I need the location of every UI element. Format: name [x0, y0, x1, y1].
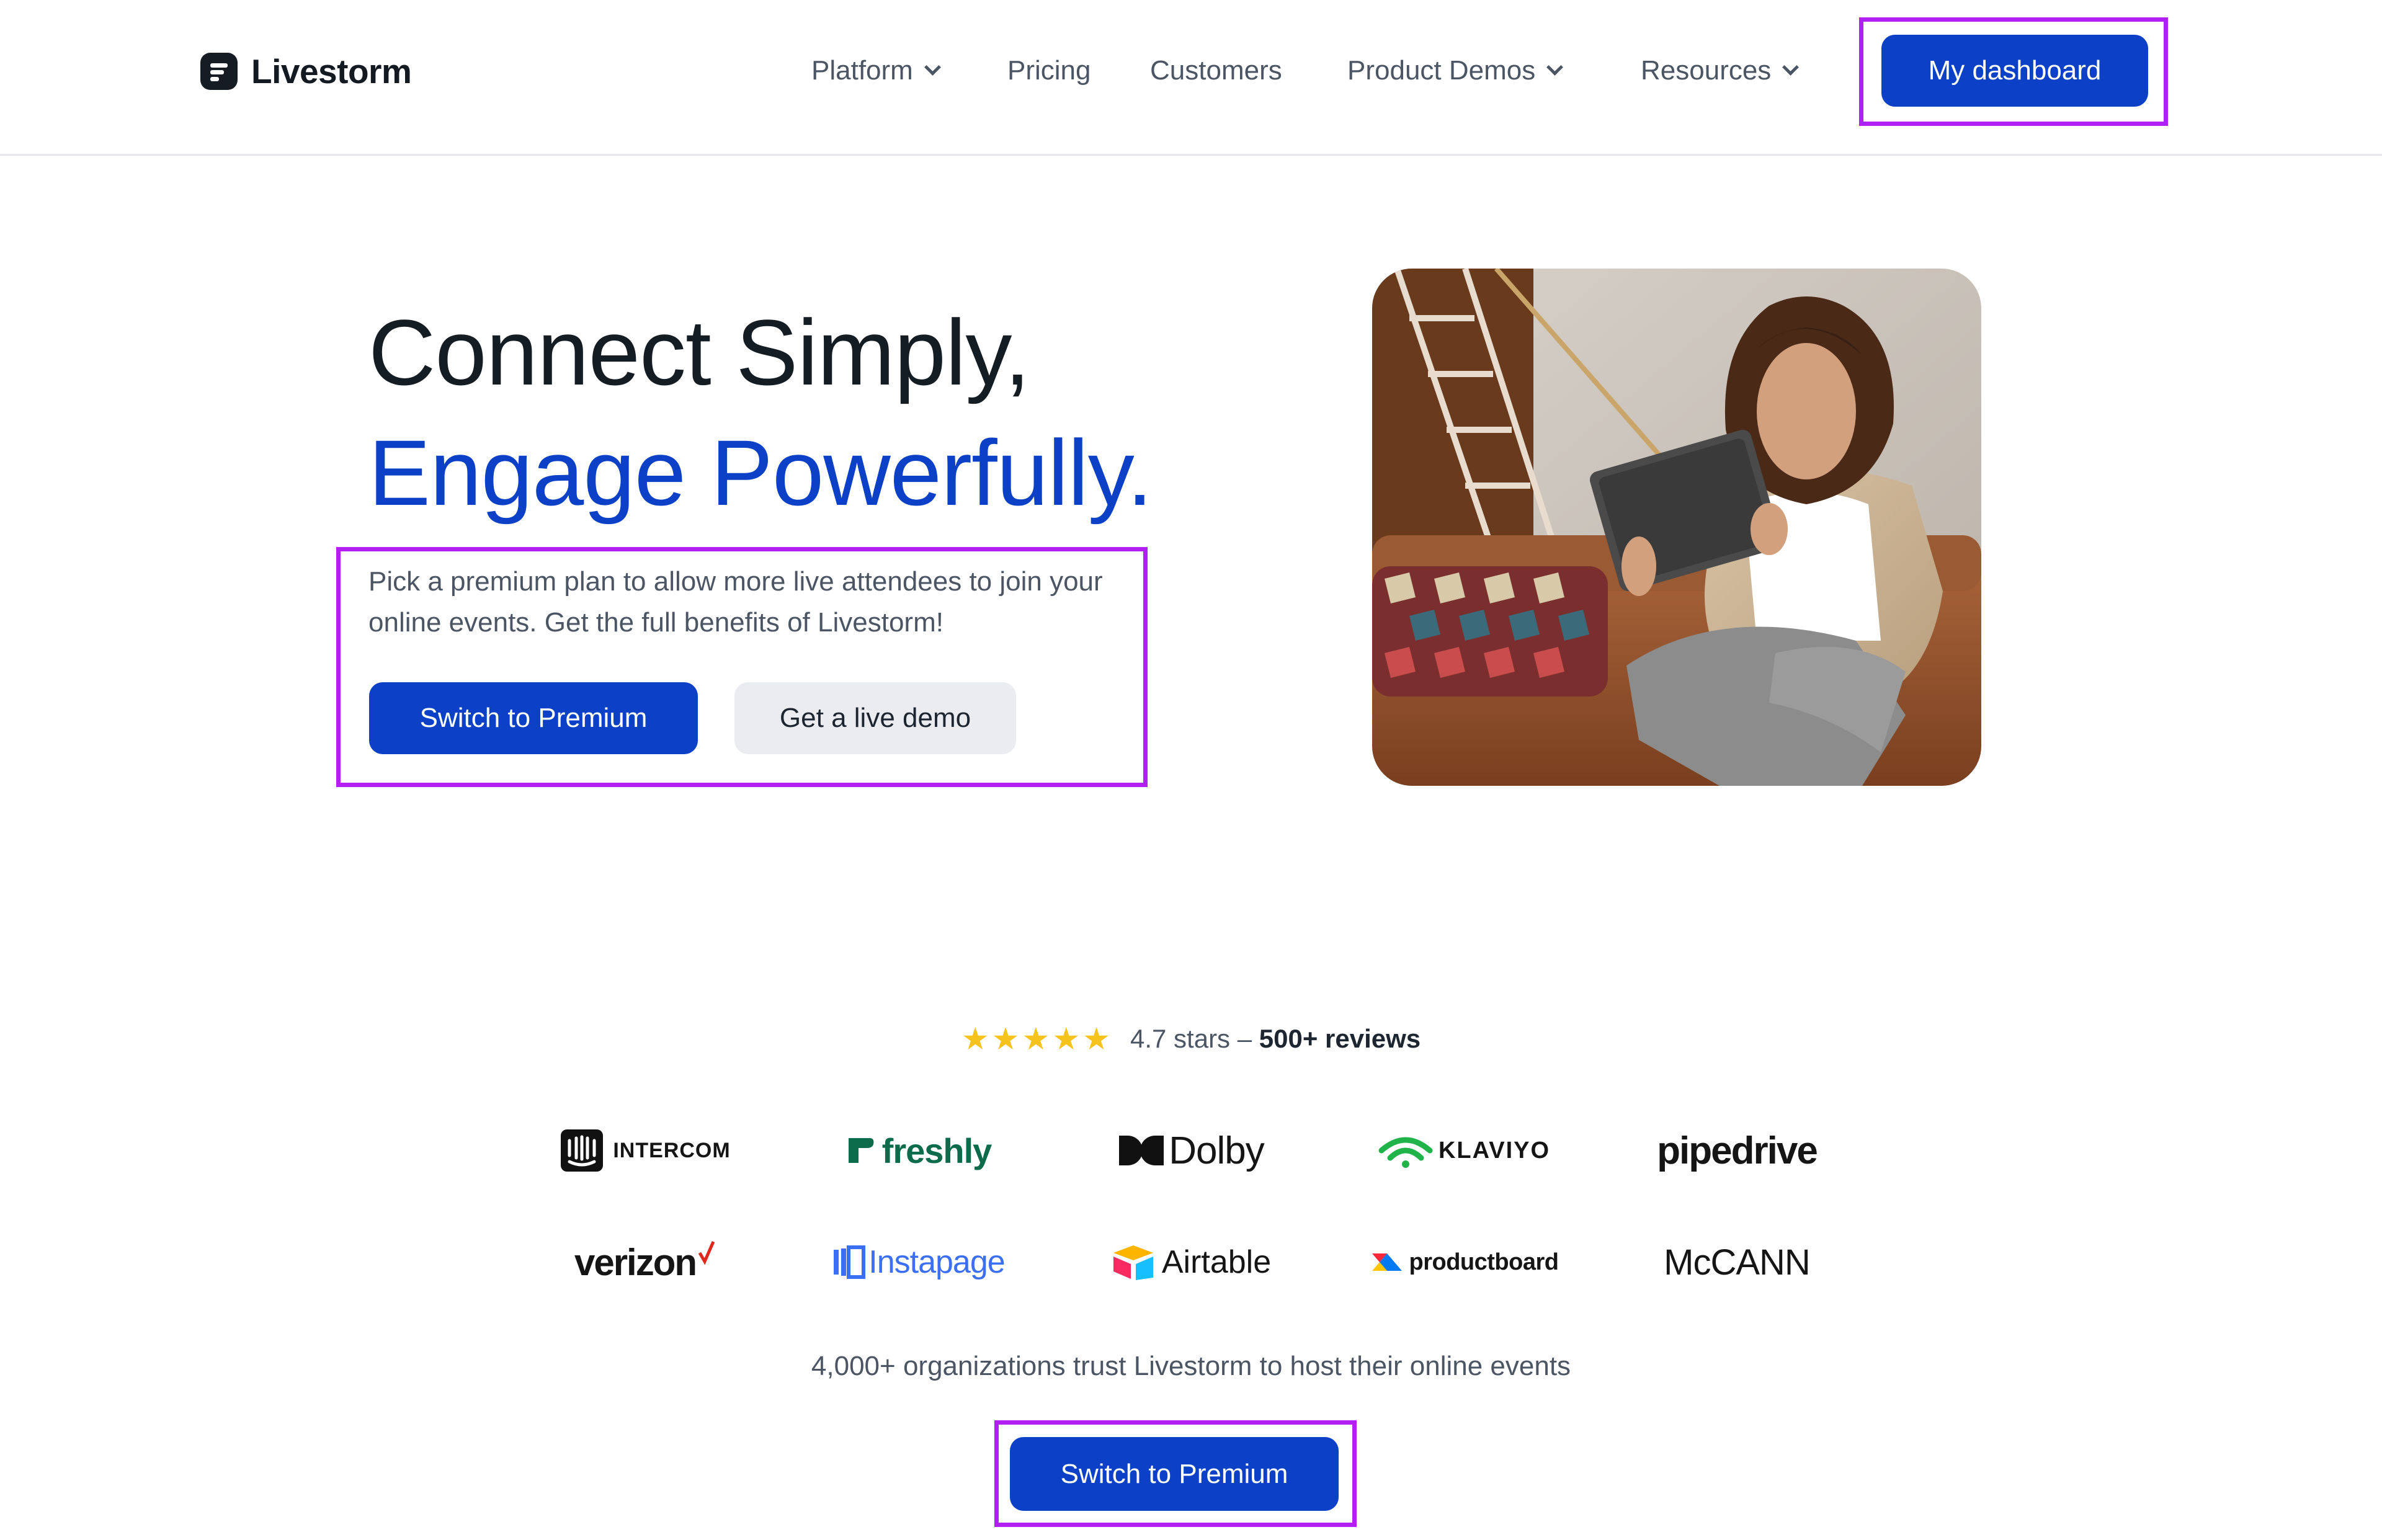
nav-platform[interactable]: Platform — [811, 52, 941, 89]
rating-reviews: 500+ reviews — [1259, 1024, 1421, 1053]
dolby-logo: Dolby — [1092, 1129, 1290, 1173]
rating-score: 4.7 stars – — [1130, 1024, 1252, 1053]
hero-title-line1: Connect Simply, — [368, 300, 1030, 404]
intercom-logo: INTERCOM — [546, 1128, 744, 1173]
verizon-logo: verizon — [546, 1240, 744, 1284]
get-live-demo-label: Get a live demo — [779, 703, 971, 733]
rating-stars: ★ ★ ★ ★ ★ — [961, 1023, 1113, 1054]
switch-to-premium-button[interactable]: Switch to Premium — [369, 682, 698, 754]
chevron-down-icon — [924, 58, 941, 76]
livestorm-logo-icon — [200, 53, 238, 90]
hero-photo — [1372, 269, 1981, 786]
freshly-icon — [848, 1138, 874, 1163]
get-live-demo-button[interactable]: Get a live demo — [734, 682, 1016, 754]
nav-product-demos[interactable]: Product Demos — [1347, 52, 1564, 89]
intercom-icon — [561, 1129, 604, 1172]
klaviyo-logo: KLAVIYO — [1365, 1132, 1563, 1169]
mccann-logo: McCANN — [1664, 1242, 1811, 1283]
star-icon: ★ — [961, 1021, 989, 1056]
instapage-logo: Instapage — [819, 1244, 1017, 1281]
freshly-logo: freshly — [819, 1131, 1017, 1171]
productboard-icon — [1372, 1253, 1402, 1271]
star-icon: ★ — [991, 1021, 1020, 1056]
my-dashboard-label: My dashboard — [1928, 55, 2102, 86]
chevron-down-icon — [1782, 58, 1800, 76]
hero-description: Pick a premium plan to allow more live a… — [368, 566, 1103, 638]
livestorm-logo[interactable]: Livestorm — [200, 51, 412, 92]
rating-row: ★ ★ ★ ★ ★ 4.7 stars – 500+ reviews — [0, 1023, 2382, 1054]
verizon-check-icon — [698, 1240, 715, 1265]
nav-pricing-label: Pricing — [1007, 55, 1091, 86]
nav-platform-label: Platform — [811, 55, 913, 86]
bottom-switch-to-premium-button[interactable]: Switch to Premium — [1010, 1437, 1339, 1511]
airtable-icon — [1113, 1245, 1153, 1280]
nav-customers-label: Customers — [1150, 55, 1282, 86]
nav-resources[interactable]: Resources — [1641, 52, 1800, 89]
airtable-logo: Airtable — [1092, 1243, 1290, 1281]
my-dashboard-button[interactable]: My dashboard — [1881, 35, 2148, 107]
pipedrive-logo: pipedrive — [1657, 1129, 1818, 1172]
logo-text: Livestorm — [251, 52, 412, 91]
nav-resources-label: Resources — [1641, 55, 1772, 86]
customer-logos-row2: verizon Instapage Airtable productboard … — [546, 1237, 1836, 1287]
nav-pricing[interactable]: Pricing — [1007, 52, 1091, 89]
bottom-switch-to-premium-label: Switch to Premium — [1060, 1458, 1288, 1489]
switch-to-premium-label: Switch to Premium — [419, 703, 648, 733]
instapage-icon — [834, 1245, 866, 1279]
productboard-logo: productboard — [1365, 1249, 1563, 1276]
customer-logos-row1: INTERCOM freshly Dolby KLAVIYO pipedrive — [546, 1126, 1836, 1175]
chevron-down-icon — [1546, 58, 1564, 76]
hero-title-line2: Engage Powerfully. — [368, 421, 1153, 525]
star-icon: ★ — [1052, 1021, 1081, 1056]
star-icon: ★ — [1082, 1021, 1110, 1056]
star-icon: ★ — [1022, 1021, 1050, 1056]
dolby-icon — [1119, 1136, 1164, 1165]
nav-customers[interactable]: Customers — [1150, 52, 1282, 89]
nav-product-demos-label: Product Demos — [1347, 55, 1536, 86]
klaviyo-icon — [1378, 1137, 1433, 1168]
trust-text: 4,000+ organizations trust Livestorm to … — [811, 1351, 1571, 1381]
